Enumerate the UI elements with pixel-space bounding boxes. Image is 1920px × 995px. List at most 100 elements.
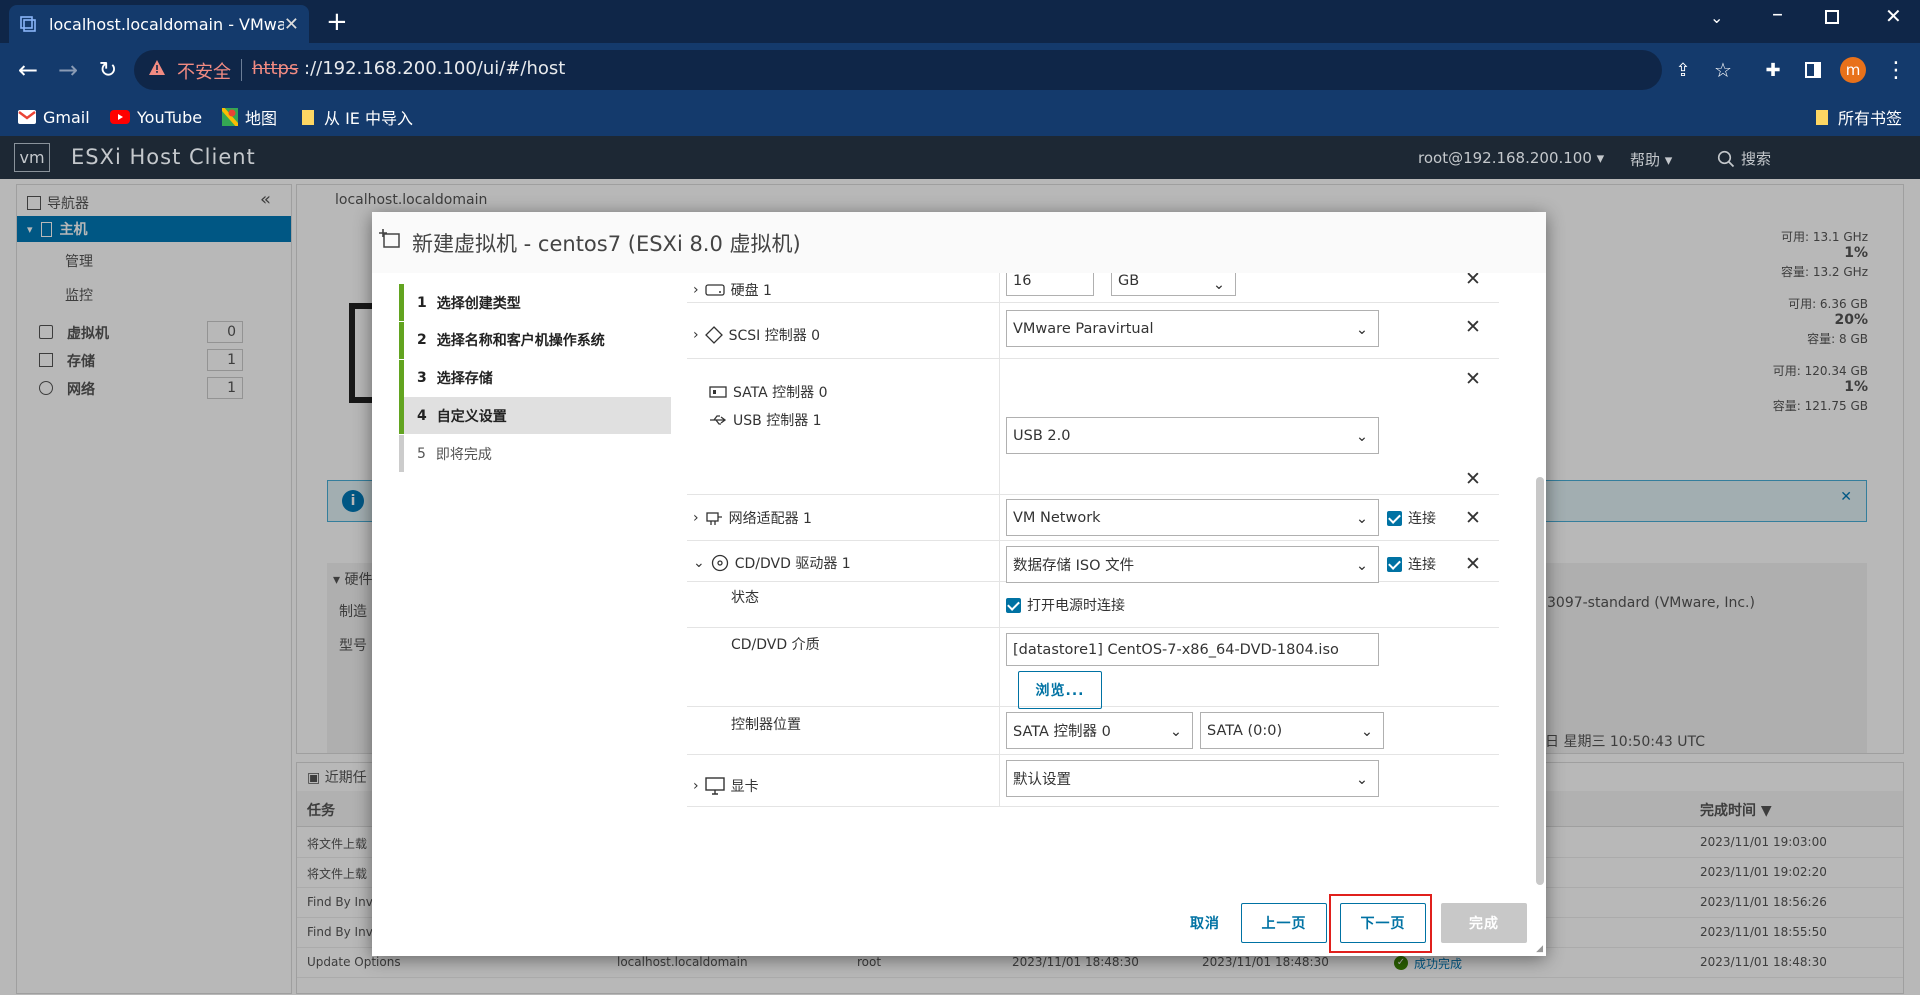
harddisk-icon xyxy=(704,283,725,297)
expand-chevron-icon[interactable]: › xyxy=(693,778,699,794)
monitor-icon xyxy=(704,777,725,795)
extensions-icon[interactable]: ✚ xyxy=(1757,54,1789,86)
chevron-down-icon: ⌄ xyxy=(1360,724,1373,740)
new-vm-icon xyxy=(378,228,402,250)
virtual-hardware-list: › 硬盘 1 16 GB ⌄ ✕ › SCSI 控制器 0 VMware Para… xyxy=(671,273,1535,893)
remove-disk-icon[interactable]: ✕ xyxy=(1463,273,1483,289)
hw-row-controller-location: 控制器位置 SATA 控制器 0 ⌄ SATA (0:0) ⌄ xyxy=(687,707,1499,755)
video-card-select[interactable]: 默认设置 ⌄ xyxy=(1006,760,1379,797)
chevron-down-icon: ⌄ xyxy=(1212,277,1225,293)
minimize-button[interactable]: – xyxy=(1772,2,1783,27)
remove-usb-icon[interactable]: ✕ xyxy=(1463,469,1483,489)
hw-row-usb: USB 控制器 1 USB 2.0 ⌄ ✕ xyxy=(687,404,1499,495)
tab-title: localhost.localdomain - VMware xyxy=(49,14,284,34)
iso-path-input[interactable]: [datastore1] CentOS-7-x86_64-DVD-1804.is… xyxy=(1006,633,1379,666)
close-window-button[interactable]: ✕ xyxy=(1885,4,1902,28)
network-connect-checkbox[interactable]: 连接 xyxy=(1387,508,1436,528)
wizard-footer: 取消 上一页 下一页 完成 xyxy=(372,893,1546,956)
gmail-icon xyxy=(18,110,36,124)
bookmark-youtube[interactable]: YouTube xyxy=(110,98,202,136)
chevron-down-icon: ⌄ xyxy=(1355,511,1368,527)
hw-row-sata: SATA 控制器 0 ✕ xyxy=(687,359,1499,404)
wizard-step-5[interactable]: 5 即将完成 xyxy=(399,435,671,473)
remove-scsi-icon[interactable]: ✕ xyxy=(1463,317,1483,337)
checkbox-checked-icon xyxy=(1387,556,1402,572)
cancel-button[interactable]: 取消 xyxy=(1160,903,1250,943)
content-scrollbar[interactable] xyxy=(1534,273,1546,893)
checkbox-checked-icon xyxy=(1006,597,1021,613)
chevron-down-icon: ⌄ xyxy=(1355,322,1368,338)
tab-close-icon[interactable]: ✕ xyxy=(284,14,299,35)
chevron-down-icon: ⌄ xyxy=(1355,558,1368,574)
bookmark-gmail[interactable]: Gmail xyxy=(18,98,90,136)
hw-row-network: › 网络适配器 1 VM Network ⌄ 连接 ✕ xyxy=(687,495,1499,541)
expand-chevron-icon[interactable]: › xyxy=(693,327,699,343)
forward-arrow-icon[interactable]: → xyxy=(52,54,84,86)
bookmark-maps[interactable]: 地图 xyxy=(222,98,277,136)
scsi-controller-icon xyxy=(704,326,723,344)
next-button[interactable]: 下一页 xyxy=(1340,903,1426,943)
cd-connect-checkbox[interactable]: 连接 xyxy=(1387,554,1436,574)
address-bar[interactable]: 不安全 https ://192.168.200.100/ui/#/host xyxy=(134,50,1662,90)
profile-avatar[interactable]: m xyxy=(1837,54,1869,86)
connect-at-power-on-checkbox[interactable]: 打开电源时连接 xyxy=(1006,595,1125,615)
sidepanel-icon[interactable] xyxy=(1797,54,1829,86)
finish-button[interactable]: 完成 xyxy=(1441,903,1527,943)
user-menu[interactable]: root@192.168.200.100 ▾ xyxy=(1418,149,1604,167)
hw-row-video-card: › 显卡 默认设置 ⌄ xyxy=(687,755,1499,807)
bookmark-ie-import[interactable]: 从 IE 中导入 xyxy=(301,98,413,136)
search-button[interactable]: 搜索 xyxy=(1717,148,1771,169)
expand-chevron-icon[interactable]: › xyxy=(693,282,699,298)
reload-icon[interactable]: ↻ xyxy=(92,54,124,86)
remove-network-icon[interactable]: ✕ xyxy=(1463,508,1483,528)
wizard-step-2[interactable]: 2 选择名称和客户机操作系统 xyxy=(399,321,671,359)
controller-select[interactable]: SATA 控制器 0 ⌄ xyxy=(1006,712,1193,749)
browse-button[interactable]: 浏览... xyxy=(1018,671,1102,709)
chevron-down-icon: ⌄ xyxy=(1355,429,1368,445)
wizard-step-1[interactable]: 1 选择创建类型 xyxy=(399,284,671,321)
chevron-down-icon: ⌄ xyxy=(1355,772,1368,788)
wizard-step-3[interactable]: 3 选择存储 xyxy=(399,359,671,397)
share-icon[interactable]: ⇪ xyxy=(1667,54,1699,86)
usb-version-select[interactable]: USB 2.0 ⌄ xyxy=(1006,417,1379,454)
new-tab-button[interactable]: + xyxy=(326,7,348,37)
cd-source-select[interactable]: 数据存储 ISO 文件 ⌄ xyxy=(1006,546,1379,583)
resize-grip-icon[interactable]: ◢ xyxy=(1536,944,1543,954)
network-select[interactable]: VM Network ⌄ xyxy=(1006,499,1379,536)
usb-icon xyxy=(709,413,727,427)
controller-slot-select[interactable]: SATA (0:0) ⌄ xyxy=(1200,712,1384,749)
youtube-icon xyxy=(110,110,130,124)
restore-button[interactable] xyxy=(1825,10,1839,24)
vm-logo: vm xyxy=(14,143,50,172)
disk-unit-select[interactable]: GB ⌄ xyxy=(1111,273,1236,296)
wizard-step-4[interactable]: 4 自定义设置 xyxy=(399,397,671,435)
insecure-label: 不安全 xyxy=(177,62,231,83)
new-vm-wizard: 新建虚拟机 - centos7 (ESXi 8.0 虚拟机) 1 选择创建类型 2… xyxy=(372,212,1546,956)
cd-dvd-icon xyxy=(711,554,729,572)
scsi-type-select[interactable]: VMware Paravirtual ⌄ xyxy=(1006,310,1379,347)
vmware-tab-icon xyxy=(19,15,37,33)
product-title: ESXi Host Client xyxy=(71,145,256,169)
collapse-chevron-icon[interactable]: ⌄ xyxy=(693,555,705,571)
back-arrow-icon[interactable]: ← xyxy=(12,54,44,86)
hw-row-scsi: › SCSI 控制器 0 VMware Paravirtual ⌄ ✕ xyxy=(687,303,1499,359)
warning-icon xyxy=(148,59,166,76)
bookmarks-bar: Gmail YouTube 地图 从 IE 中导入 所有书签 xyxy=(0,98,1920,136)
hw-row-harddisk: › 硬盘 1 16 GB ⌄ ✕ xyxy=(687,273,1499,303)
all-bookmarks[interactable]: 所有书签 xyxy=(1815,98,1902,136)
checkbox-checked-icon xyxy=(1387,510,1402,526)
help-menu[interactable]: 帮助 ▾ xyxy=(1630,149,1672,170)
expand-chevron-icon[interactable]: › xyxy=(693,510,699,526)
bookmark-star-icon[interactable]: ☆ xyxy=(1707,54,1739,86)
hw-row-cddvd: ⌄ CD/DVD 驱动器 1 数据存储 ISO 文件 ⌄ 连接 ✕ xyxy=(687,541,1499,583)
search-icon xyxy=(1717,150,1735,168)
hw-row-cd-status: 状态 打开电源时连接 xyxy=(687,582,1499,628)
previous-button[interactable]: 上一页 xyxy=(1241,903,1327,943)
disk-size-input[interactable]: 16 xyxy=(1006,273,1094,296)
remove-sata-icon[interactable]: ✕ xyxy=(1463,369,1483,389)
menu-dots-icon[interactable]: ⋮ xyxy=(1880,54,1912,86)
browser-tab[interactable]: localhost.localdomain - VMware ✕ xyxy=(9,5,309,43)
tab-search-icon[interactable]: ⌄ xyxy=(1710,8,1723,27)
scrollbar-thumb[interactable] xyxy=(1536,477,1544,885)
remove-cd-icon[interactable]: ✕ xyxy=(1463,554,1483,574)
